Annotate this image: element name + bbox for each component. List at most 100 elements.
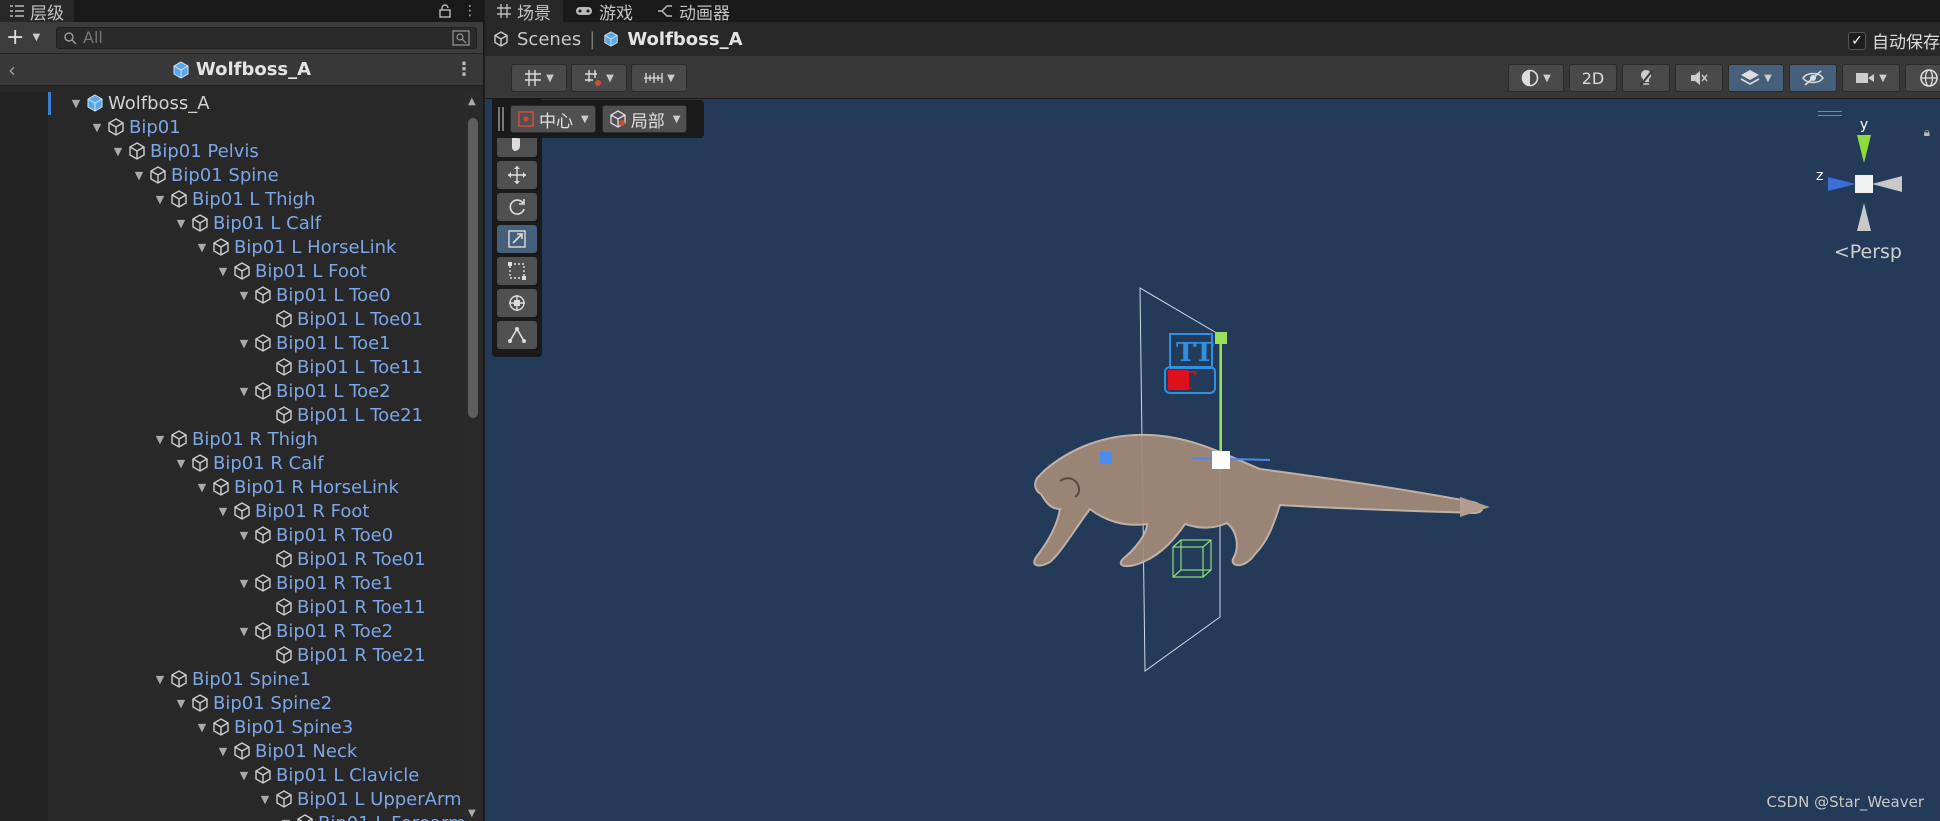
- tree-row[interactable]: ▼ Bip01 R Toe1: [0, 571, 393, 595]
- tree-row[interactable]: ▼ Bip01 R Toe0: [0, 523, 393, 547]
- expand-arrow-icon[interactable]: ▼: [236, 625, 252, 638]
- expand-arrow-icon[interactable]: ▼: [152, 673, 168, 686]
- more-options-icon[interactable]: ⋮: [463, 3, 477, 19]
- orientation-gizmo[interactable]: y z: [1804, 113, 1924, 233]
- tree-row[interactable]: ▼ Bip01 Spine2: [0, 691, 332, 715]
- tree-row[interactable]: ▼ Bip01 L Foot: [0, 259, 367, 283]
- expand-arrow-icon[interactable]: ▼: [152, 193, 168, 206]
- tree-row[interactable]: ▼ Bip01 Spine: [0, 163, 279, 187]
- expand-arrow-icon[interactable]: ▼: [173, 457, 189, 470]
- search-filter-icon[interactable]: [452, 29, 470, 46]
- scroll-down-icon[interactable]: ▼: [468, 808, 476, 819]
- expand-arrow-icon[interactable]: ▼: [236, 289, 252, 302]
- tree-row[interactable]: Bip01 L Toe21: [0, 403, 423, 427]
- expand-arrow-icon[interactable]: ▼: [215, 505, 231, 518]
- expand-arrow-icon[interactable]: ▼: [257, 793, 273, 806]
- gizmo-neg-y-cone[interactable]: [1857, 203, 1871, 231]
- tree-row[interactable]: ▼ Bip01 L Calf: [0, 211, 321, 235]
- expand-arrow-icon[interactable]: ▼: [89, 121, 105, 134]
- search-input[interactable]: All: [56, 26, 477, 49]
- gizmo-y-cone[interactable]: [1857, 135, 1871, 163]
- gizmo-z-cone[interactable]: [1828, 177, 1856, 191]
- tree-row-root[interactable]: ▼ Wolfboss_A: [0, 92, 210, 115]
- scene-visibility-toggle[interactable]: [1789, 64, 1837, 92]
- expand-arrow-icon[interactable]: ▼: [110, 145, 126, 158]
- expand-arrow-icon[interactable]: ▼: [194, 721, 210, 734]
- prefab-menu-icon[interactable]: ⋮: [455, 59, 473, 80]
- tree-row[interactable]: ▼ Bip01 L Clavicle: [0, 763, 420, 787]
- expand-arrow-icon[interactable]: ▼: [236, 577, 252, 590]
- projection-toggle[interactable]: <Persp: [1834, 241, 1902, 263]
- shading-mode-dropdown[interactable]: ▼: [1508, 64, 1564, 92]
- tree-row[interactable]: ▼ Bip01 R HorseLink: [0, 475, 399, 499]
- expand-arrow-icon[interactable]: ▼: [194, 481, 210, 494]
- tree-row[interactable]: ▼ Bip01 Spine3: [0, 715, 353, 739]
- tree-row[interactable]: ▼ Bip01 L Thigh: [0, 187, 316, 211]
- breadcrumb-scenes[interactable]: Scenes: [517, 29, 581, 50]
- tree-row[interactable]: ▼ Bip01 Neck: [0, 739, 358, 763]
- tree-row[interactable]: ▼ Bip01 L Forearm: [0, 811, 464, 821]
- tree-row[interactable]: ▼ Bip01 R Toe2: [0, 619, 393, 643]
- tab-hierarchy[interactable]: 层级: [0, 0, 74, 24]
- scale-handle-center[interactable]: [1212, 451, 1230, 469]
- scene-viewport[interactable]: 中心 ▼ 局部 ▼ TT T y z 🔒︎ <Persp CSDN @Star_…: [485, 99, 1940, 821]
- gizmos-dropdown[interactable]: [1905, 64, 1940, 92]
- effects-toggle[interactable]: ▼: [1728, 64, 1784, 92]
- autosave-checkbox[interactable]: ✓: [1848, 31, 1866, 50]
- expand-arrow-icon[interactable]: ▼: [131, 169, 147, 182]
- expand-arrow-icon[interactable]: ▼: [152, 433, 168, 446]
- tree-row[interactable]: ▼ Bip01 Pelvis: [0, 139, 259, 163]
- audio-toggle[interactable]: [1675, 64, 1723, 92]
- tree-row[interactable]: ▼ Bip01 L HorseLink: [0, 235, 397, 259]
- create-button[interactable]: + ▼: [6, 25, 50, 50]
- scale-handle-y-cube[interactable]: [1215, 332, 1227, 344]
- ruler-snap-toggle[interactable]: ▼: [631, 64, 687, 92]
- tree-row[interactable]: ▼ Bip01 L Toe1: [0, 331, 391, 355]
- tree-row[interactable]: Bip01 R Toe01: [0, 547, 426, 571]
- tree-row[interactable]: Bip01 R Toe21: [0, 643, 426, 667]
- gizmo-neg-z-cone[interactable]: [1872, 176, 1902, 192]
- tree-row[interactable]: ▼ Bip01 L Toe2: [0, 379, 391, 403]
- tree-row[interactable]: Bip01 L Toe01: [0, 307, 423, 331]
- scale-handle-x-cube[interactable]: [1100, 452, 1112, 464]
- tree-row[interactable]: ▼ Bip01 R Thigh: [0, 427, 318, 451]
- tree-row[interactable]: ▼ Bip01 R Foot: [0, 499, 370, 523]
- tree-row[interactable]: ▼ Bip01 Spine1: [0, 667, 311, 691]
- expand-arrow-icon[interactable]: ▼: [278, 817, 294, 821]
- tree-row[interactable]: ▼ Bip01 R Calf: [0, 451, 324, 475]
- breadcrumb-current[interactable]: Wolfboss_A: [627, 29, 742, 50]
- expand-arrow-icon[interactable]: ▼: [173, 697, 189, 710]
- tab-scene[interactable]: 场景: [485, 0, 563, 24]
- expand-arrow-icon[interactable]: ▼: [236, 337, 252, 350]
- gizmo-lock-icon[interactable]: 🔒︎: [1924, 125, 1930, 140]
- expand-arrow-icon[interactable]: ▼: [68, 97, 84, 110]
- hierarchy-scrollbar[interactable]: ▲ ▼: [464, 92, 482, 821]
- tab-game[interactable]: 游戏: [563, 0, 645, 24]
- scroll-up-icon[interactable]: ▲: [468, 96, 476, 107]
- expand-arrow-icon[interactable]: ▼: [236, 769, 252, 782]
- expand-arrow-icon[interactable]: ▼: [236, 529, 252, 542]
- expand-arrow-icon[interactable]: ▼: [236, 385, 252, 398]
- increment-snap-toggle[interactable]: ▼: [571, 64, 627, 92]
- expand-arrow-icon[interactable]: ▼: [215, 265, 231, 278]
- tree-row[interactable]: ▼ Bip01 L Toe0: [0, 283, 391, 307]
- tree-row[interactable]: Bip01 L Toe11: [0, 355, 423, 379]
- expand-arrow-icon[interactable]: ▼: [215, 745, 231, 758]
- expand-arrow-icon[interactable]: ▼: [173, 217, 189, 230]
- camera-settings-dropdown[interactable]: ▼: [1842, 64, 1900, 92]
- tree-row[interactable]: ▼ Bip01 L UpperArm: [0, 787, 462, 811]
- overlay-drag-handle[interactable]: [1818, 111, 1842, 116]
- tree-row[interactable]: Bip01 R Toe11: [0, 595, 426, 619]
- gameobject-cube-icon: [252, 332, 274, 354]
- lighting-toggle[interactable]: [1622, 64, 1670, 92]
- gizmo-center-cube[interactable]: [1855, 175, 1873, 193]
- autosave-toggle[interactable]: ✓ 自动保存: [1848, 28, 1940, 53]
- lock-icon[interactable]: [439, 4, 451, 18]
- toggle-2d-button[interactable]: 2D: [1569, 64, 1617, 92]
- back-arrow-icon[interactable]: ‹: [8, 58, 16, 82]
- tab-animator[interactable]: 动画器: [645, 0, 742, 24]
- grid-snap-toggle[interactable]: ▼: [511, 64, 567, 92]
- tree-row[interactable]: ▼ Bip01: [0, 115, 181, 139]
- scrollbar-thumb[interactable]: [468, 118, 478, 418]
- expand-arrow-icon[interactable]: ▼: [194, 241, 210, 254]
